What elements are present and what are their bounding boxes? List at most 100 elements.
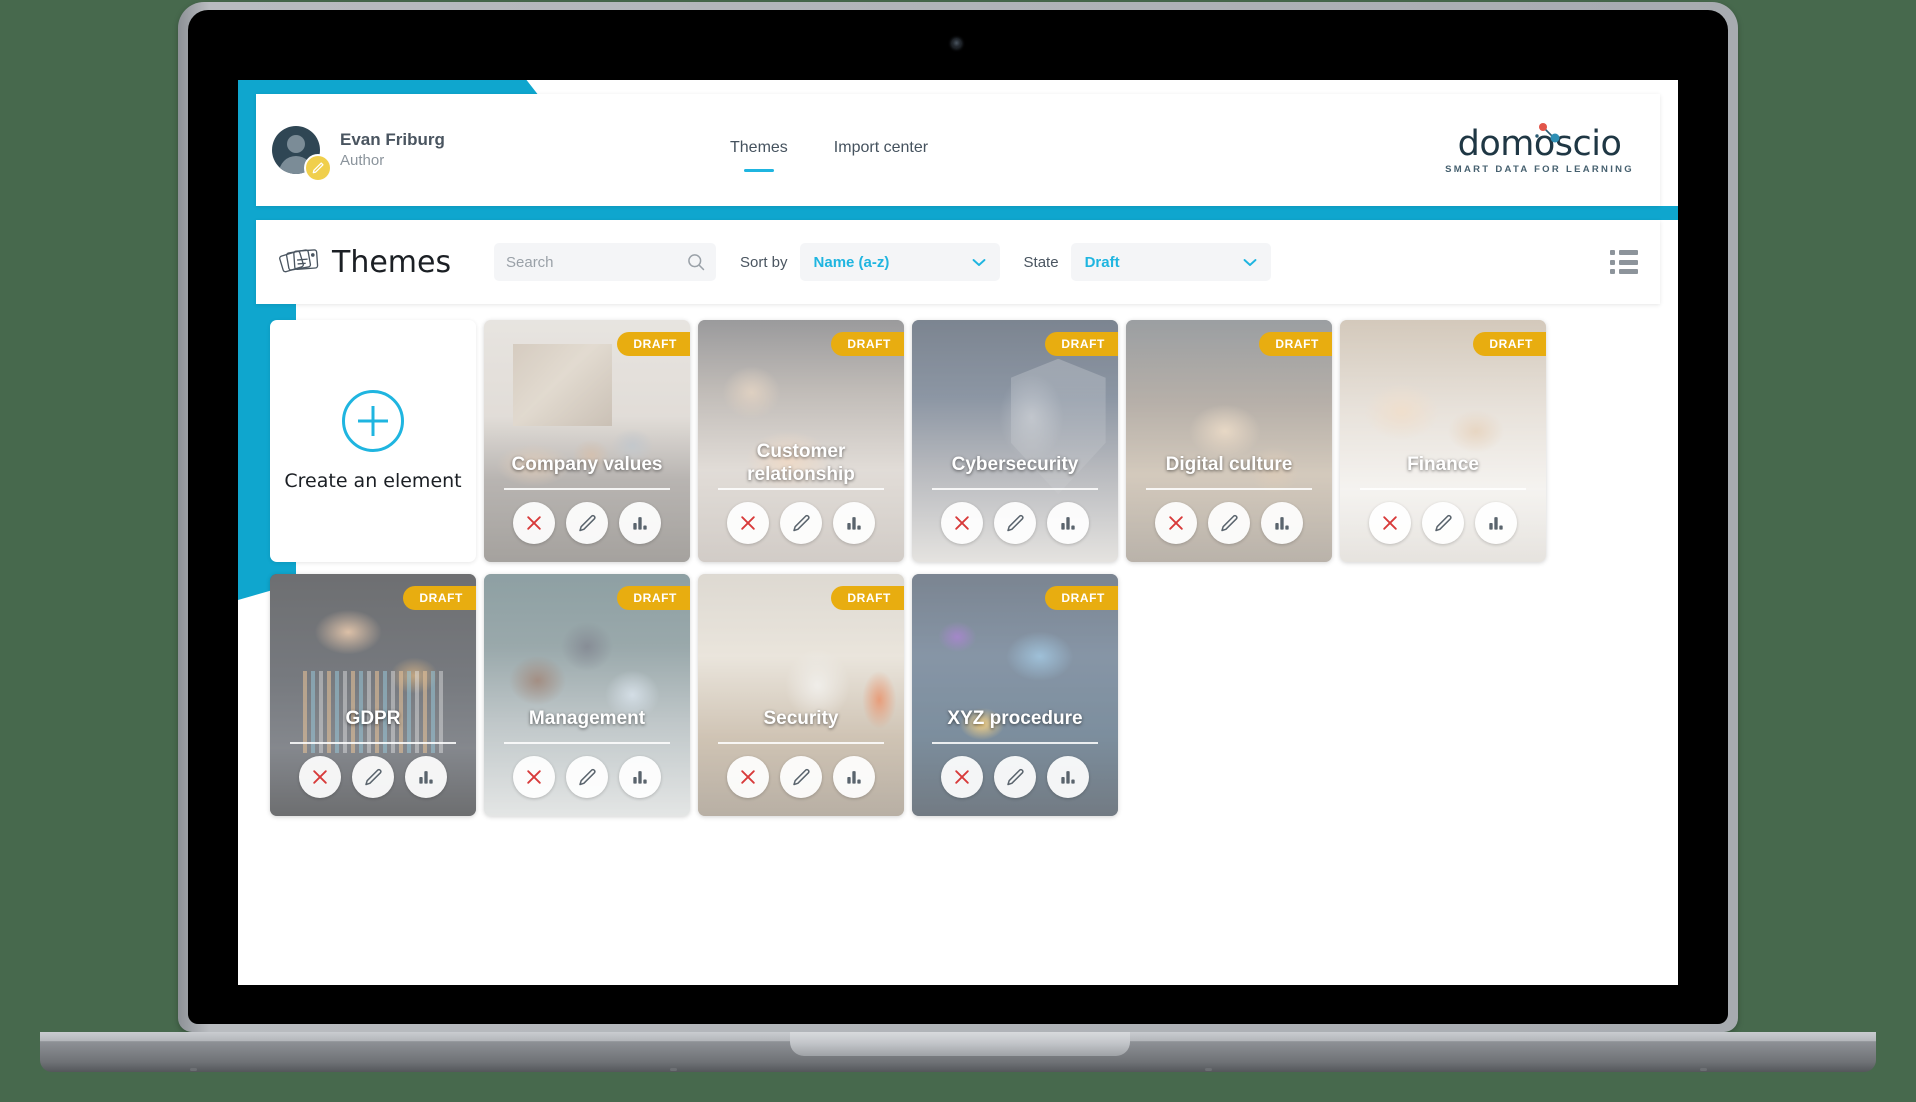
chevron-down-icon[interactable]: [1243, 258, 1257, 267]
status-badge: DRAFT: [831, 332, 904, 356]
nav-item-import-center[interactable]: Import center: [834, 139, 928, 161]
theme-card-divider: [932, 742, 1098, 744]
theme-card-divider: [932, 488, 1098, 490]
delete-button[interactable]: [941, 502, 983, 544]
top-navigation: Themes Import center: [730, 94, 928, 206]
theme-card-actions: [912, 756, 1118, 798]
stats-button[interactable]: [1047, 756, 1089, 798]
theme-card-actions: [484, 756, 690, 798]
theme-card-actions: [698, 502, 904, 544]
theme-card[interactable]: DRAFT Customer relationship: [698, 320, 904, 562]
theme-card-actions: [270, 756, 476, 798]
list-view-toggle-button[interactable]: [1610, 250, 1638, 274]
page-title: Themes: [332, 244, 452, 280]
themes-cards-icon: [279, 249, 319, 273]
theme-card-title: XYZ procedure: [947, 708, 1083, 729]
stats-button[interactable]: [833, 502, 875, 544]
delete-button[interactable]: [513, 502, 555, 544]
theme-card[interactable]: DRAFT Finance: [1340, 320, 1546, 562]
user-name: Evan Friburg: [340, 130, 445, 149]
status-badge: DRAFT: [1259, 332, 1332, 356]
base-screw: [1700, 1068, 1707, 1071]
base-screw: [190, 1068, 197, 1071]
delete-button[interactable]: [727, 502, 769, 544]
plus-icon: [342, 390, 404, 452]
state-value: Draft: [1084, 253, 1120, 271]
edit-button[interactable]: [352, 756, 394, 798]
status-badge: DRAFT: [831, 586, 904, 610]
base-screw: [1205, 1068, 1212, 1071]
domoscio-logo: domoscio SMART DATA FOR LEARNING: [1445, 123, 1634, 175]
theme-card-divider: [504, 488, 670, 490]
theme-card-actions: [1340, 502, 1546, 544]
stats-button[interactable]: [833, 756, 875, 798]
theme-card-title: GDPR: [345, 708, 401, 729]
create-element-card[interactable]: Create an element: [270, 320, 476, 562]
edit-button[interactable]: [1208, 502, 1250, 544]
author-pencil-badge-icon: [304, 154, 332, 182]
bar-chart-icon: [1489, 517, 1503, 530]
stats-button[interactable]: [1475, 502, 1517, 544]
pencil-icon: [579, 768, 596, 786]
delete-button[interactable]: [513, 756, 555, 798]
edit-button[interactable]: [1422, 502, 1464, 544]
close-icon: [313, 770, 327, 784]
create-element-label: Create an element: [284, 470, 462, 492]
theme-card-divider: [290, 742, 456, 744]
theme-card-divider: [1146, 488, 1312, 490]
edit-button[interactable]: [994, 502, 1036, 544]
edit-button[interactable]: [994, 756, 1036, 798]
stats-button[interactable]: [405, 756, 447, 798]
sort-by-select[interactable]: Name (a-z): [799, 243, 1000, 281]
edit-button[interactable]: [566, 756, 608, 798]
bar-chart-icon: [633, 771, 647, 784]
theme-card[interactable]: DRAFT Cybersecurity: [912, 320, 1118, 562]
theme-card[interactable]: DRAFT Management: [484, 574, 690, 816]
pencil-icon: [1221, 514, 1238, 532]
app-viewport: Evan Friburg Author Themes Import center…: [238, 80, 1678, 985]
pencil-icon: [1435, 514, 1452, 532]
pencil-icon: [579, 514, 596, 532]
theme-card-divider: [1360, 488, 1526, 490]
edit-button[interactable]: [780, 756, 822, 798]
delete-button[interactable]: [727, 756, 769, 798]
edit-button[interactable]: [780, 502, 822, 544]
theme-card-title: Customer relationship: [747, 441, 855, 485]
pencil-icon: [1007, 514, 1024, 532]
theme-card-divider: [504, 742, 670, 744]
theme-card-title: Finance: [1407, 454, 1479, 475]
search-icon[interactable]: [686, 252, 706, 272]
theme-card-actions: [698, 756, 904, 798]
accent-bar-top: [238, 80, 538, 94]
status-badge: DRAFT: [617, 332, 690, 356]
delete-button[interactable]: [1369, 502, 1411, 544]
user-profile[interactable]: Evan Friburg Author: [272, 126, 445, 182]
delete-button[interactable]: [1155, 502, 1197, 544]
pencil-icon: [365, 768, 382, 786]
delete-button[interactable]: [299, 756, 341, 798]
delete-button[interactable]: [941, 756, 983, 798]
stats-button[interactable]: [619, 756, 661, 798]
search-input[interactable]: [506, 253, 704, 271]
theme-card-title: Cybersecurity: [951, 454, 1079, 475]
theme-card[interactable]: DRAFT Digital culture: [1126, 320, 1332, 562]
pencil-icon: [793, 768, 810, 786]
close-icon: [741, 516, 755, 530]
accent-bar-divider: [238, 206, 1678, 220]
edit-button[interactable]: [566, 502, 608, 544]
chevron-down-icon[interactable]: [972, 258, 986, 267]
stats-button[interactable]: [1047, 502, 1089, 544]
theme-card[interactable]: DRAFT XYZ procedure: [912, 574, 1118, 816]
state-select[interactable]: Draft: [1070, 243, 1271, 281]
theme-card[interactable]: DRAFT Security: [698, 574, 904, 816]
theme-card-divider: [718, 488, 884, 490]
theme-card[interactable]: DRAFT GDPR: [270, 574, 476, 816]
theme-card[interactable]: DRAFT Company values: [484, 320, 690, 562]
theme-card-title: Digital culture: [1165, 454, 1293, 475]
close-icon: [955, 516, 969, 530]
stats-button[interactable]: [1261, 502, 1303, 544]
bar-chart-icon: [633, 517, 647, 530]
nav-item-themes[interactable]: Themes: [730, 139, 788, 161]
search-field[interactable]: [494, 243, 716, 281]
stats-button[interactable]: [619, 502, 661, 544]
